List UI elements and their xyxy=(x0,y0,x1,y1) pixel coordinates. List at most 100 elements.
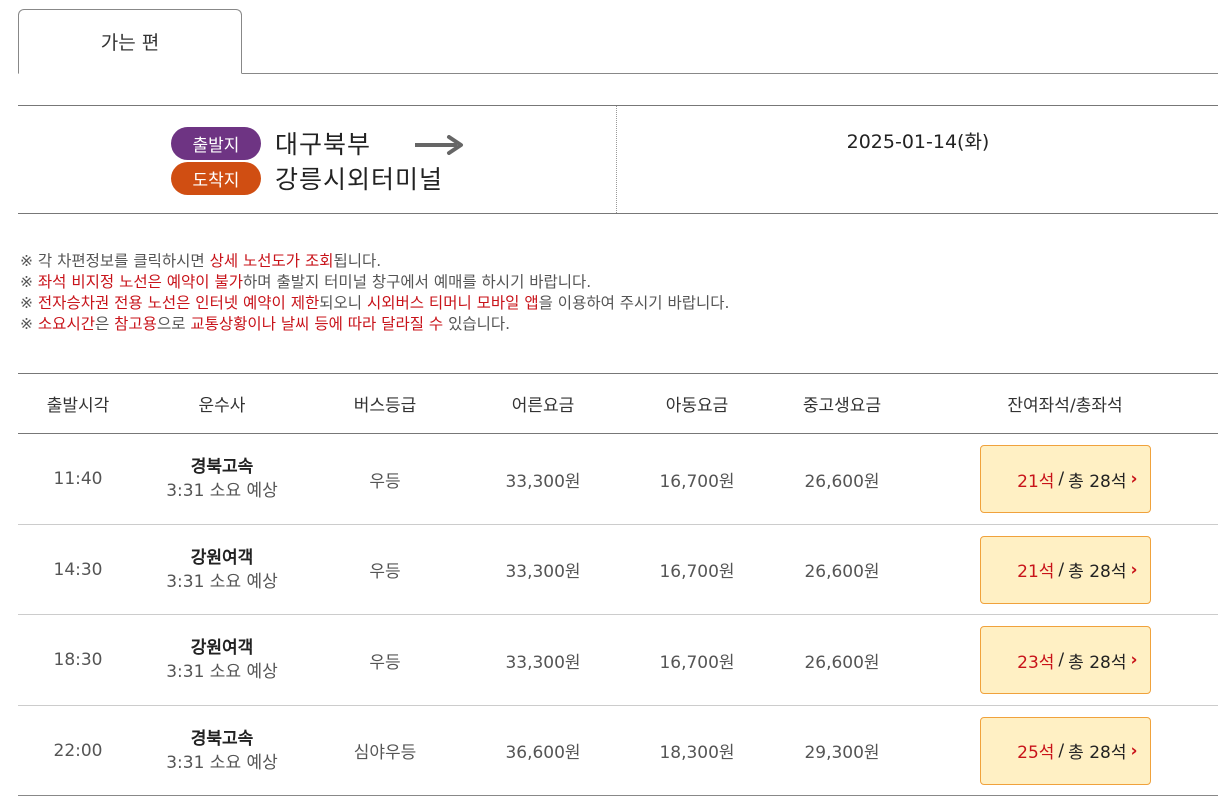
teen-fare: 26,600원 xyxy=(804,471,880,492)
adult-fare: 36,600원 xyxy=(505,743,581,763)
select-seat-button[interactable]: 21석 / 총 28석 › xyxy=(979,445,1151,513)
bus-grade: 우등 xyxy=(369,652,401,673)
header-child-fare: 아동요금 xyxy=(665,396,729,416)
child-fare: 18,300원 xyxy=(659,743,735,763)
total-seats: 총 28석 xyxy=(1068,471,1127,492)
bus-grade: 우등 xyxy=(369,471,401,492)
route-places: 출발지 대구북부 도착지 강릉시외터미널 xyxy=(18,106,617,213)
table-row[interactable]: 22:00 경북고속 3:31 소요 예상 심야우등 36,600원 18,30… xyxy=(18,706,1218,796)
table-row[interactable]: 18:30 강원여객 3:31 소요 예상 우등 33,300원 16,700원… xyxy=(18,615,1218,706)
notice-text: 을 이용하여 주시기 바랍니다. xyxy=(538,294,730,312)
departure-name: 대구북부 xyxy=(275,130,372,159)
company-cell: 강원여객 3:31 소요 예상 xyxy=(138,615,306,705)
arrow-right-icon xyxy=(415,135,463,155)
arrival-name: 강릉시외터미널 xyxy=(275,165,444,194)
travel-duration: 3:31 소요 예상 xyxy=(166,481,278,501)
company-name: 강원여객 xyxy=(190,547,254,568)
total-seats: 총 28석 xyxy=(1068,743,1127,763)
table-body: 11:40 경북고속 3:31 소요 예상 우등 33,300원 16,700원… xyxy=(18,434,1218,796)
notice-text: ※ 각 차편정보를 클릭하시면 xyxy=(20,252,210,270)
route-summary: 출발지 대구북부 도착지 강릉시외터미널 2025-01-14(화) xyxy=(18,105,1218,214)
bus-grade: 심야우등 xyxy=(353,743,417,763)
teen-fare: 29,300원 xyxy=(804,743,880,763)
header-time: 출발시각 xyxy=(46,396,110,416)
notice-highlight: 좌석 비지정 노선은 예약이 불가 xyxy=(37,273,244,291)
header-seats: 잔여좌석/총좌석 xyxy=(1007,396,1123,416)
notice-text: ※ xyxy=(20,315,38,333)
departure-time: 18:30 xyxy=(53,650,103,670)
company-cell: 강원여객 3:31 소요 예상 xyxy=(138,525,306,615)
notice-highlight: 전자승차권 전용 노선은 인터넷 예약이 제한 xyxy=(37,294,320,312)
notice-text: 되오니 xyxy=(319,294,367,312)
header-adult-fare: 어른요금 xyxy=(511,396,575,416)
remaining-seats: 25석 xyxy=(1017,743,1055,763)
notice-text: 으로 xyxy=(156,315,191,333)
child-fare: 16,700원 xyxy=(659,562,735,582)
travel-duration: 3:31 소요 예상 xyxy=(166,752,278,773)
arrival-badge: 도착지 xyxy=(171,161,261,195)
seat-cell: 21석 / 총 28석 › xyxy=(912,434,1218,524)
notice-item: ※ 소요시간은 참고용으로 교통상황이나 날씨 등에 따라 달라질 수 있습니다… xyxy=(20,314,1210,335)
select-seat-button[interactable]: 23석 / 총 28석 › xyxy=(979,626,1151,694)
notice-text: ※ xyxy=(20,294,38,312)
seat-separator: / xyxy=(1058,559,1065,580)
total-seats: 총 28석 xyxy=(1068,652,1127,673)
company-name: 경북고속 xyxy=(190,728,254,749)
chevron-right-icon: › xyxy=(1130,740,1138,761)
company-name: 강원여객 xyxy=(190,638,254,658)
chevron-right-icon: › xyxy=(1130,559,1138,580)
departure-time: 11:40 xyxy=(53,469,103,489)
teen-fare: 26,600원 xyxy=(804,562,880,582)
remaining-seats: 21석 xyxy=(1017,562,1055,582)
notice-text: 있습니다. xyxy=(443,315,511,333)
notice-text: ※ xyxy=(20,273,38,291)
bus-grade: 우등 xyxy=(369,562,401,582)
notice-text: 하며 출발지 터미널 창구에서 예매를 하시기 바랍니다. xyxy=(243,273,592,291)
header-company: 운수사 xyxy=(198,396,246,416)
select-seat-button[interactable]: 21석 / 총 28석 › xyxy=(979,535,1151,604)
notice-item: ※ 좌석 비지정 노선은 예약이 불가하며 출발지 터미널 창구에서 예매를 하… xyxy=(20,272,1210,293)
departure-badge: 출발지 xyxy=(171,126,261,160)
table-header: 출발시각 운수사 버스등급 어른요금 아동요금 중고생요금 잔여좌석/총좌석 xyxy=(18,373,1218,434)
seat-cell: 25석 / 총 28석 › xyxy=(912,706,1218,796)
tab-outbound[interactable]: 가는 편 xyxy=(18,9,242,74)
remaining-seats: 23석 xyxy=(1017,652,1055,673)
seat-separator: / xyxy=(1058,650,1065,670)
travel-duration: 3:31 소요 예상 xyxy=(166,571,278,592)
seat-cell: 21석 / 총 28석 › xyxy=(912,525,1218,615)
header-grade: 버스등급 xyxy=(353,396,417,416)
select-seat-button[interactable]: 25석 / 총 28석 › xyxy=(979,716,1151,785)
notice-highlight: 상세 노선도가 조회 xyxy=(209,252,334,270)
departure-time: 14:30 xyxy=(53,559,103,580)
company-cell: 경북고속 3:31 소요 예상 xyxy=(138,706,306,796)
company-cell: 경북고속 3:31 소요 예상 xyxy=(138,434,306,524)
travel-duration: 3:31 소요 예상 xyxy=(166,662,278,682)
teen-fare: 26,600원 xyxy=(804,652,880,673)
arrival-row: 도착지 강릉시외터미널 xyxy=(171,160,443,196)
notice-highlight: 교통상황이나 날씨 등에 따라 달라질 수 xyxy=(190,315,444,333)
seat-separator: / xyxy=(1058,469,1065,489)
adult-fare: 33,300원 xyxy=(505,652,581,673)
schedule-table: 출발시각 운수사 버스등급 어른요금 아동요금 중고생요금 잔여좌석/총좌석 1… xyxy=(18,373,1218,796)
total-seats: 총 28석 xyxy=(1068,562,1127,582)
seat-cell: 23석 / 총 28석 › xyxy=(912,615,1218,705)
chevron-right-icon: › xyxy=(1130,469,1138,489)
departure-time: 22:00 xyxy=(53,740,103,761)
child-fare: 16,700원 xyxy=(659,471,735,492)
notice-highlight: 참고용 xyxy=(114,315,157,333)
remaining-seats: 21석 xyxy=(1017,471,1055,492)
chevron-right-icon: › xyxy=(1130,650,1138,670)
notice-highlight: 소요시간 xyxy=(37,315,95,333)
company-name: 경북고속 xyxy=(190,457,254,477)
notice-text: 됩니다. xyxy=(333,252,382,270)
departure-date: 2025-01-14(화) xyxy=(846,131,990,153)
tab-outbound-label: 가는 편 xyxy=(100,32,160,54)
table-row[interactable]: 11:40 경북고속 3:31 소요 예상 우등 33,300원 16,700원… xyxy=(18,434,1218,525)
adult-fare: 33,300원 xyxy=(505,471,581,492)
header-teen-fare: 중고생요금 xyxy=(802,396,882,416)
departure-row: 출발지 대구북부 xyxy=(171,125,371,161)
child-fare: 16,700원 xyxy=(659,652,735,673)
table-row[interactable]: 14:30 강원여객 3:31 소요 예상 우등 33,300원 16,700원… xyxy=(18,525,1218,615)
notice-highlight: 시외버스 티머니 모바일 앱 xyxy=(366,294,539,312)
seat-separator: / xyxy=(1058,740,1065,761)
